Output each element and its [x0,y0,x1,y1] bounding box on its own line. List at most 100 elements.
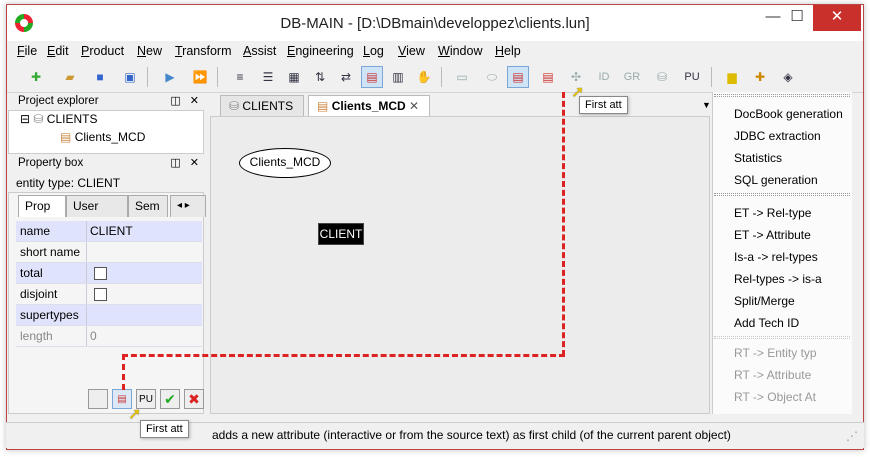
menu-log[interactable]: Log [363,44,384,58]
panel-divider [714,94,850,97]
tab-clients-mcd[interactable]: ▤ Clients_MCD ✕ [308,95,430,117]
title-bar: DB-MAIN - [D:\DBmain\developpez\clients.… [7,5,863,41]
menu-view[interactable]: View [398,44,425,58]
menu-new[interactable]: New [137,44,162,58]
status-bar: adds a new attribute (interactive or fro… [6,422,864,448]
panel-divider [714,193,850,196]
property-box-header: Property box ◫ ✕ [14,155,206,171]
first-att-icon[interactable]: ▤ [507,66,529,88]
save-all-icon[interactable]: ▣ [119,66,141,88]
collection-icon[interactable]: ⛁ [651,66,673,88]
menu-file[interactable]: File [17,44,37,58]
entity-button[interactable] [88,389,108,409]
property-row[interactable]: total [16,263,202,284]
close-tab-icon[interactable]: ✕ [409,99,419,113]
disjoint-checkbox[interactable] [94,288,107,301]
assist-item[interactable]: JDBC extraction [734,129,850,143]
panel-controls[interactable]: ◫ ✕ [170,155,202,171]
tab-prop[interactable]: Prop [18,195,66,217]
menu-edit[interactable]: Edit [47,44,69,58]
menu-bar: File Edit Product New Transform Assist E… [7,41,863,61]
assist-item[interactable]: RT -> Entity typ [734,346,850,360]
toolbar: ✚ ▰ ■ ▣ ▶ ⏩ ≡ ☰ ▦ ⇅ ⇄ ▤ ▥ ✋ ▭ ⬭ ▤ ▤ ✣ ID… [7,61,863,93]
next-att-icon[interactable]: ▤ [537,66,559,88]
tree-item-clients-mcd[interactable]: ▤ Clients_MCD [60,130,145,144]
menu-assist[interactable]: Assist [243,44,276,58]
property-value[interactable]: 0 [90,329,97,343]
close-button[interactable]: ✕ [813,5,861,31]
assist-item[interactable]: DocBook generation [734,107,850,121]
assist-item[interactable]: RT -> Attribute [734,368,850,382]
database-icon: ⛁ [229,99,240,113]
property-row[interactable]: supertypes [16,305,202,326]
paint-icon[interactable]: ◈ [777,66,799,88]
fast-forward-icon[interactable]: ⏩ [189,66,211,88]
annotation-line [122,354,565,357]
panel-controls[interactable]: ◫ ✕ [170,93,202,109]
menu-engineering[interactable]: Engineering [287,44,354,58]
assist-item[interactable]: Split/Merge [734,294,850,308]
attribute-tool-icon[interactable]: ▥ [387,66,409,88]
assist-item[interactable]: RT -> Object At [734,390,850,404]
align-justify-icon[interactable]: ☰ [257,66,279,88]
cursor-icon: ➚ [571,84,585,101]
relation-icon[interactable]: ⬭ [481,66,503,88]
project-explorer-title: Project explorer [18,95,99,107]
note-icon[interactable]: ▆ [721,66,743,88]
id-icon[interactable]: ID [593,66,615,88]
entity-tool-icon[interactable]: ▤ [361,66,383,88]
resize-grip-icon[interactable]: ⋰ [846,429,858,443]
new-icon[interactable]: ✚ [25,66,47,88]
property-row[interactable]: disjoint [16,284,202,305]
tooltip-bottom: First att [140,420,189,438]
assist-item[interactable]: Rel-types -> is-a [734,272,850,286]
assist-item[interactable]: ET -> Attribute [734,228,850,242]
assist-item[interactable]: Is-a -> rel-types [734,250,850,264]
tab-sem[interactable]: Sem [128,195,168,217]
sort-icon[interactable]: ⇅ [309,66,331,88]
assist-item[interactable]: SQL generation [734,173,850,187]
tab-menu-icon[interactable]: ▼ [702,100,711,110]
grid-icon[interactable]: ▦ [283,66,305,88]
entity-client[interactable]: CLIENT [318,223,364,245]
menu-window[interactable]: Window [438,44,482,58]
assist-item[interactable]: ET -> Rel-type [734,206,850,220]
tab-scroll-arrows[interactable]: ◂ ▸ [170,195,206,217]
tab-clients[interactable]: ⛁ CLIENTS [220,95,304,117]
cancel-button[interactable]: ✖ [184,389,204,409]
align-left-icon[interactable]: ≡ [229,66,251,88]
menu-transform[interactable]: Transform [175,44,232,58]
menu-product[interactable]: Product [81,44,124,58]
property-row[interactable]: short name [16,242,202,263]
open-icon[interactable]: ▰ [59,66,81,88]
property-value[interactable]: CLIENT [90,224,133,238]
menu-help[interactable]: Help [495,44,521,58]
tab-label: Clients_MCD [331,99,406,113]
tree-item-clients[interactable]: ⊟ ⛁ CLIENTS [20,112,97,126]
ok-button[interactable]: ✔ [160,389,180,409]
property-row[interactable]: name CLIENT [16,221,202,242]
swap-icon[interactable]: ⇄ [335,66,357,88]
tree-item-label: Clients_MCD [74,130,146,144]
tab-user-prop[interactable]: User prop [66,195,128,233]
hand-icon[interactable]: ✋ [413,66,435,88]
assist-item[interactable]: Statistics [734,151,850,165]
save-icon[interactable]: ■ [89,66,111,88]
assist-item[interactable]: Add Tech ID [734,316,850,330]
property-key: length [20,329,53,343]
gr-icon[interactable]: GR [621,66,643,88]
property-key: supertypes [20,308,79,322]
entity-icon[interactable]: ▭ [451,66,473,88]
pu-icon[interactable]: PU [681,66,703,88]
status-text: adds a new attribute (interactive or fro… [212,428,731,442]
group-icon[interactable]: ✚ [749,66,771,88]
schema-ellipse[interactable]: Clients_MCD [239,148,331,178]
annotation-line [562,92,565,356]
database-icon: ⛁ [33,112,44,126]
total-checkbox[interactable] [94,267,107,280]
property-row[interactable]: length 0 [16,326,202,347]
annotation-line [122,354,125,390]
tab-label: CLIENTS [242,99,294,113]
maximize-button[interactable]: ☐ [781,5,813,31]
play-icon[interactable]: ▶ [159,66,181,88]
